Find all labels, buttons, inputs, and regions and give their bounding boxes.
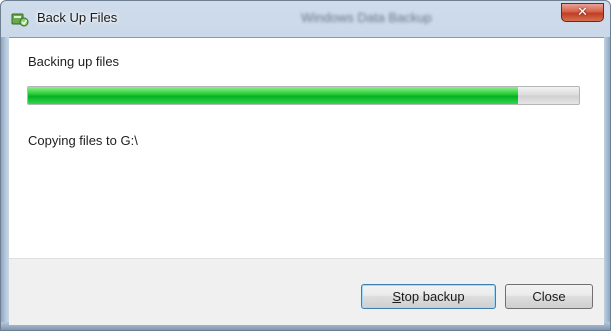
progress-bar-fill [28,87,519,104]
window-frame-left [1,37,9,330]
stop-backup-label: top backup [401,289,465,304]
title-bar[interactable]: Back Up Files Windows Data Backup ✕ [1,1,610,37]
dialog-content: Backing up files Copying files to G:\ [9,37,604,259]
close-icon: ✕ [577,5,588,20]
window-title: Back Up Files [37,10,118,25]
status-text: Copying files to G:\ [28,133,138,148]
window-title-background-text: Windows Data Backup [301,10,432,25]
window-close-button[interactable]: ✕ [561,3,604,22]
progress-heading: Backing up files [28,54,120,69]
backup-app-icon [11,11,29,27]
backup-window: Back Up Files Windows Data Backup ✕ Back… [0,0,611,331]
close-button[interactable]: Close [505,284,593,309]
stop-backup-mnemonic: S [392,289,402,304]
backup-progress-bar [27,86,580,105]
stop-backup-button[interactable]: Stop backup [361,284,496,309]
dialog-footer: Stop backup Close [9,258,604,325]
